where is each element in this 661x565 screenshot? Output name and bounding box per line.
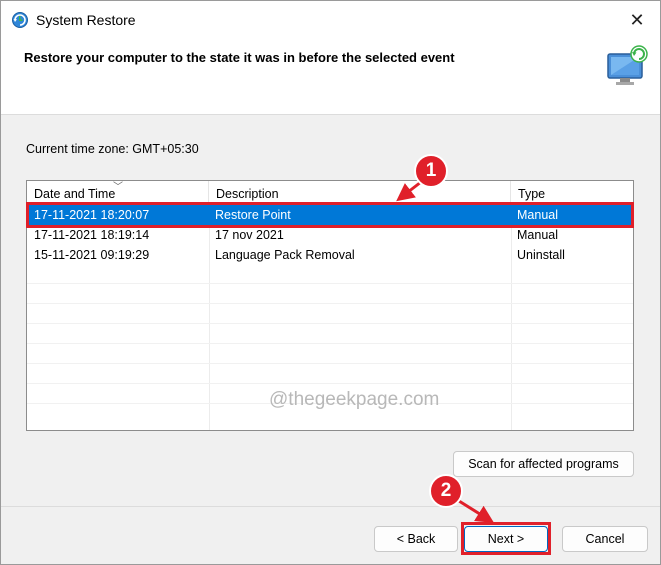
sort-chevron-icon: ﹀ <box>113 182 123 193</box>
column-header-description[interactable]: Description <box>209 181 511 203</box>
window-title: System Restore <box>36 12 136 28</box>
close-icon: ✕ <box>629 9 645 30</box>
row-divider <box>27 323 633 324</box>
page-title: Restore your computer to the state it wa… <box>24 50 455 65</box>
column-header-type-label: Type <box>518 187 546 201</box>
annotation-badge-step-1: 1 <box>414 154 448 188</box>
cancel-button[interactable]: Cancel <box>562 526 648 552</box>
restore-monitor-icon <box>607 45 648 85</box>
row-date: 15-11-2021 09:19:29 <box>34 248 150 262</box>
column-header-description-label: Description <box>216 187 279 201</box>
column-header-date-label: Date and Time <box>34 187 116 201</box>
back-button[interactable]: < Back <box>374 526 458 552</box>
row-divider <box>27 343 633 344</box>
annotation-badge-step-2: 2 <box>429 474 463 508</box>
scan-affected-programs-button[interactable]: Scan for affected programs <box>453 451 634 477</box>
close-button[interactable]: ✕ <box>614 1 660 39</box>
row-divider <box>27 383 633 384</box>
row-divider <box>27 303 633 304</box>
row-divider <box>27 363 633 364</box>
row-type: Manual <box>517 228 558 242</box>
table-row[interactable]: 17-11-2021 18:19:14 17 nov 2021 Manual <box>27 225 633 245</box>
system-restore-icon <box>12 12 28 28</box>
timezone-label: Current time zone: GMT+05:30 <box>26 142 199 156</box>
header-panel: Restore your computer to the state it wa… <box>1 39 660 115</box>
row-date: 17-11-2021 18:19:14 <box>34 228 150 242</box>
row-description: Language Pack Removal <box>215 248 355 262</box>
footer-divider <box>1 506 660 507</box>
row-divider <box>27 283 633 284</box>
table-row[interactable]: 15-11-2021 09:19:29 Language Pack Remova… <box>27 245 633 265</box>
annotation-highlight-row <box>26 202 634 228</box>
watermark: @thegeekpage.com <box>269 389 440 410</box>
title-bar: System Restore ✕ <box>1 1 660 39</box>
system-restore-window: System Restore ✕ Restore your computer t… <box>0 0 661 565</box>
annotation-arrow-2 <box>458 499 495 523</box>
column-header-date[interactable]: Date and Time ﹀ <box>27 181 209 203</box>
row-type: Uninstall <box>517 248 565 262</box>
row-description: 17 nov 2021 <box>215 228 284 242</box>
annotation-highlight-next <box>461 522 551 555</box>
column-header-type[interactable]: Type <box>511 181 633 203</box>
